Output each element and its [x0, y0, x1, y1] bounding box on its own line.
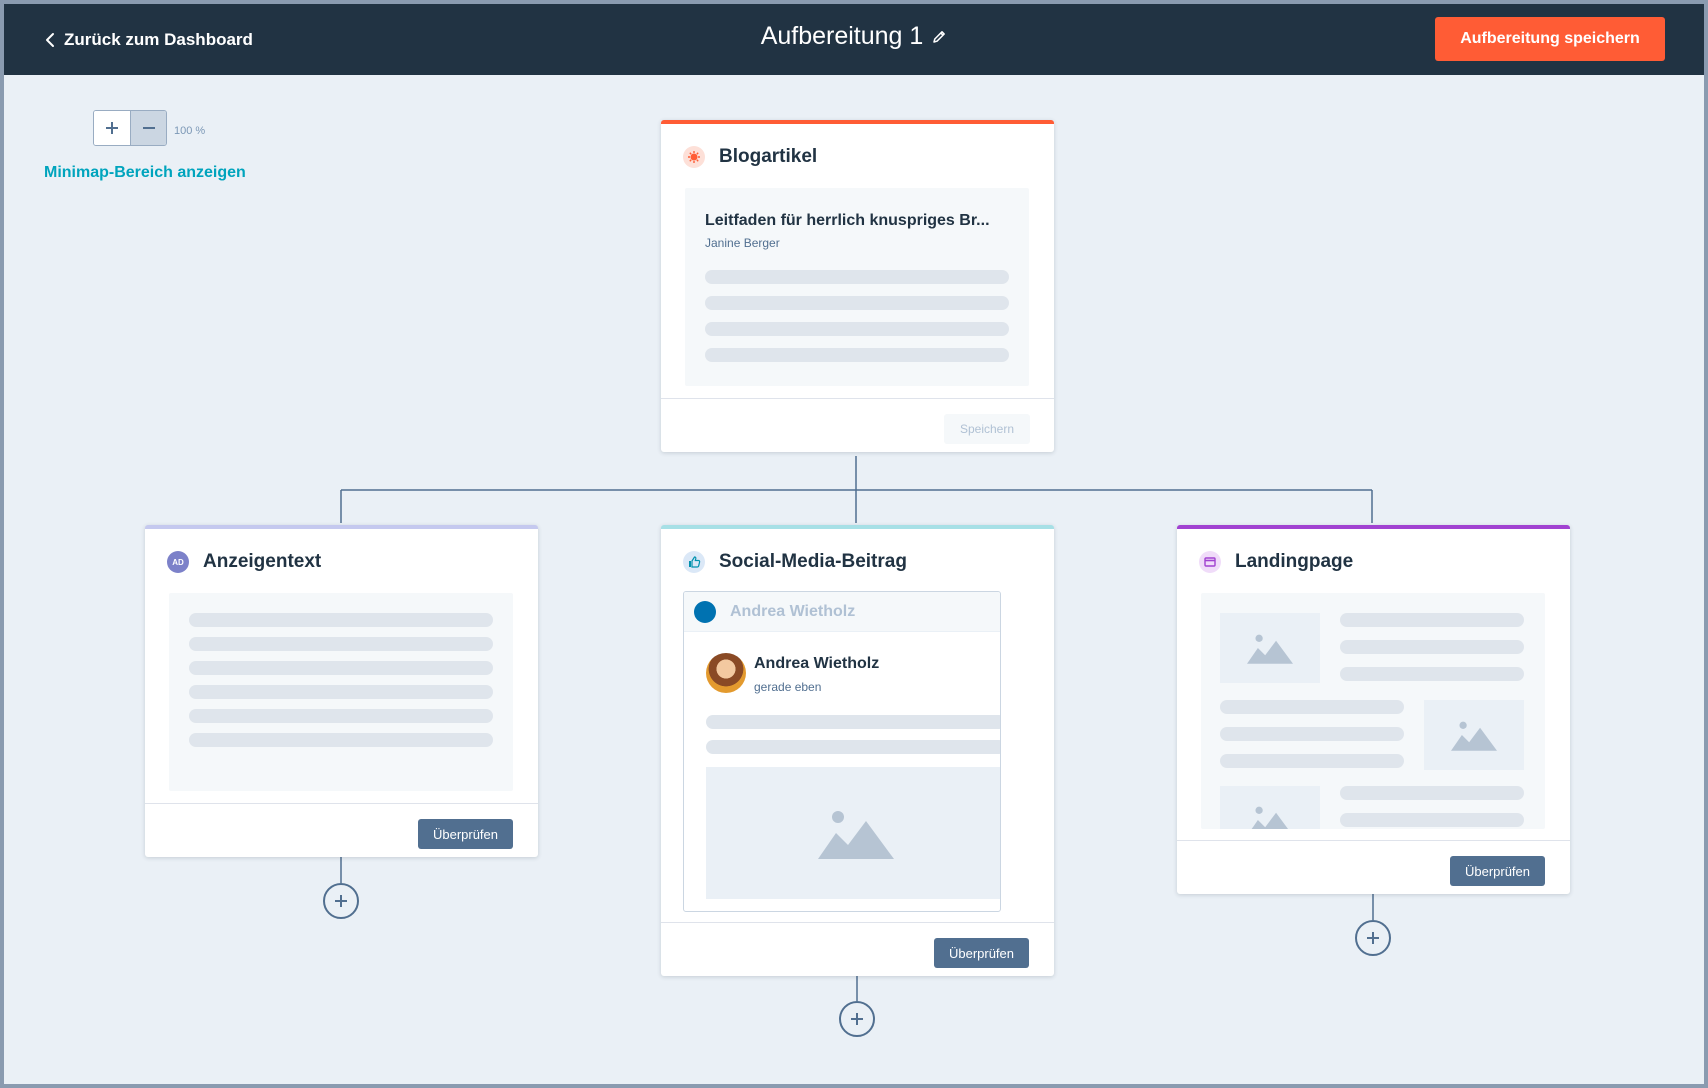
social-card-header: Social-Media-Beitrag — [683, 551, 907, 573]
image-placeholder — [706, 767, 1000, 899]
text-placeholder — [1340, 667, 1524, 681]
landing-preview — [1201, 593, 1545, 829]
browser-window-icon — [1199, 551, 1221, 573]
blog-preview: Leitfaden für herrlich knuspriges Br... … — [685, 188, 1029, 386]
plus-icon — [851, 1013, 863, 1025]
add-landing-step-button[interactable] — [1355, 920, 1391, 956]
text-placeholder — [1340, 813, 1524, 827]
ad-card: AD Anzeigentext Überprüfen — [145, 525, 538, 857]
card-divider — [1177, 840, 1570, 841]
landing-card-title: Landingpage — [1235, 551, 1354, 572]
show-minimap-link[interactable]: Minimap-Bereich anzeigen — [44, 164, 246, 182]
page-title: Aufbereitung 1 — [760, 22, 924, 50]
text-placeholder — [705, 270, 1009, 284]
blog-card-title: Blogartikel — [719, 146, 818, 167]
blog-card-header: Blogartikel — [683, 146, 817, 168]
text-placeholder — [189, 637, 493, 651]
image-placeholder — [1424, 700, 1524, 770]
text-placeholder — [705, 296, 1009, 310]
blog-author: Janine Berger — [705, 236, 780, 250]
post-timestamp: gerade eben — [754, 680, 822, 694]
landing-card-header: Landingpage — [1199, 551, 1353, 573]
social-card-title: Social-Media-Beitrag — [719, 551, 907, 572]
save-repurpose-button[interactable]: Aufbereitung speichern — [1435, 17, 1665, 61]
social-account-header: Andrea Wietholz — [684, 592, 1000, 632]
blog-card: Blogartikel Leitfaden für herrlich knusp… — [661, 120, 1054, 452]
social-account-name: Andrea Wietholz — [730, 602, 856, 620]
add-ad-step-button[interactable] — [323, 883, 359, 919]
ad-review-button[interactable]: Überprüfen — [418, 819, 513, 849]
image-placeholder — [1220, 613, 1320, 683]
ad-preview — [169, 593, 513, 791]
image-icon — [1247, 634, 1293, 664]
image-icon — [1251, 806, 1289, 829]
social-review-button[interactable]: Überprüfen — [934, 938, 1029, 968]
ad-icon: AD — [167, 551, 189, 573]
plus-icon — [106, 122, 118, 134]
thumbs-up-icon — [683, 551, 705, 573]
ad-icon-text: AD — [172, 557, 184, 567]
text-placeholder — [706, 740, 1000, 754]
card-divider — [145, 803, 538, 804]
text-placeholder — [1220, 754, 1404, 768]
landing-review-button[interactable]: Überprüfen — [1450, 856, 1545, 886]
linkedin-account-icon — [694, 600, 716, 623]
post-author-name: Andrea Wietholz — [754, 655, 880, 672]
text-placeholder — [705, 322, 1009, 336]
text-placeholder — [189, 661, 493, 675]
text-placeholder — [189, 685, 493, 699]
card-divider — [661, 922, 1054, 923]
app-canvas: Zurück zum Dashboard Aufbereitung 1 Aufb… — [4, 4, 1704, 1084]
text-placeholder — [189, 733, 493, 747]
card-divider — [661, 398, 1054, 399]
ad-card-header: AD Anzeigentext — [167, 551, 321, 573]
ad-card-title: Anzeigentext — [203, 551, 322, 572]
social-card: Social-Media-Beitrag Andrea Wietholz And… — [661, 525, 1054, 976]
zoom-in-button[interactable] — [94, 111, 130, 145]
image-icon — [818, 811, 894, 859]
text-placeholder — [1340, 640, 1524, 654]
image-placeholder — [1220, 786, 1320, 829]
blog-icon — [683, 146, 705, 168]
text-placeholder — [1220, 700, 1404, 714]
text-placeholder — [1340, 613, 1524, 627]
add-social-step-button[interactable] — [839, 1001, 875, 1037]
social-post-preview: Andrea Wietholz Andrea Wietholz gerade e… — [683, 591, 1001, 912]
landing-card: Landingpage Überprüfen — [1177, 525, 1570, 894]
minus-icon — [142, 127, 155, 129]
plus-icon — [1367, 932, 1379, 944]
text-placeholder — [1220, 727, 1404, 741]
text-placeholder — [705, 348, 1009, 362]
text-placeholder — [189, 613, 493, 627]
top-bar: Zurück zum Dashboard Aufbereitung 1 Aufb… — [4, 4, 1704, 75]
blog-headline: Leitfaden für herrlich knuspriges Br... — [705, 212, 990, 229]
plus-icon — [335, 895, 347, 907]
zoom-level: 100 % — [174, 125, 206, 137]
zoom-controls — [93, 110, 167, 146]
blog-save-button[interactable]: Speichern — [944, 414, 1030, 444]
image-icon — [1451, 721, 1497, 751]
text-placeholder — [189, 709, 493, 723]
avatar — [706, 653, 746, 693]
zoom-out-button[interactable] — [130, 111, 166, 145]
text-placeholder — [1340, 786, 1524, 800]
text-placeholder — [706, 715, 1000, 729]
pencil-icon[interactable] — [931, 29, 947, 45]
